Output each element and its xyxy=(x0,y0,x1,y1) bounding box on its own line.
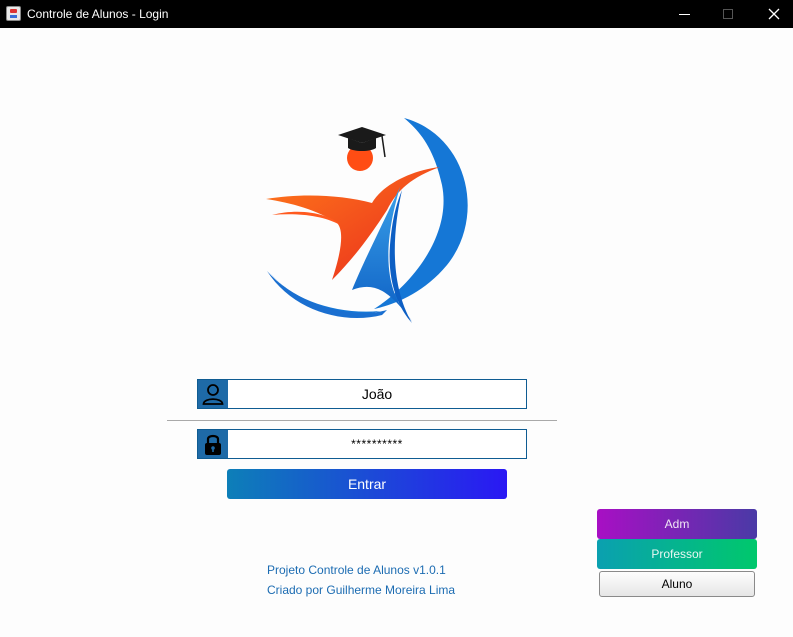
title-bar: Controle de Alunos - Login xyxy=(0,0,793,28)
author-credit-text: Criado por Guilherme Moreira Lima xyxy=(267,583,456,597)
username-field xyxy=(197,379,527,409)
close-button[interactable] xyxy=(751,0,793,28)
adm-role-button[interactable]: Adm xyxy=(597,509,757,539)
lock-icon xyxy=(198,430,228,458)
professor-role-button[interactable]: Professor xyxy=(597,539,757,569)
minimize-button[interactable] xyxy=(661,0,707,28)
password-input[interactable] xyxy=(229,430,525,458)
aluno-role-button[interactable]: Aluno xyxy=(599,571,755,597)
minimize-icon xyxy=(678,13,690,15)
login-panel: Entrar Adm Professor Aluno Projeto Contr… xyxy=(0,28,793,637)
user-icon xyxy=(198,380,228,408)
java-app-icon xyxy=(6,6,21,21)
login-button[interactable]: Entrar xyxy=(227,469,507,499)
window-title: Controle de Alunos - Login xyxy=(27,7,169,21)
username-input[interactable] xyxy=(229,380,525,408)
maximize-button[interactable] xyxy=(705,0,751,28)
divider xyxy=(167,420,557,421)
password-field xyxy=(197,429,527,459)
maximize-icon xyxy=(723,9,733,19)
project-version-text: Projeto Controle de Alunos v1.0.1 xyxy=(267,563,446,577)
graduate-figure-logo xyxy=(266,118,468,323)
close-icon xyxy=(768,8,780,20)
